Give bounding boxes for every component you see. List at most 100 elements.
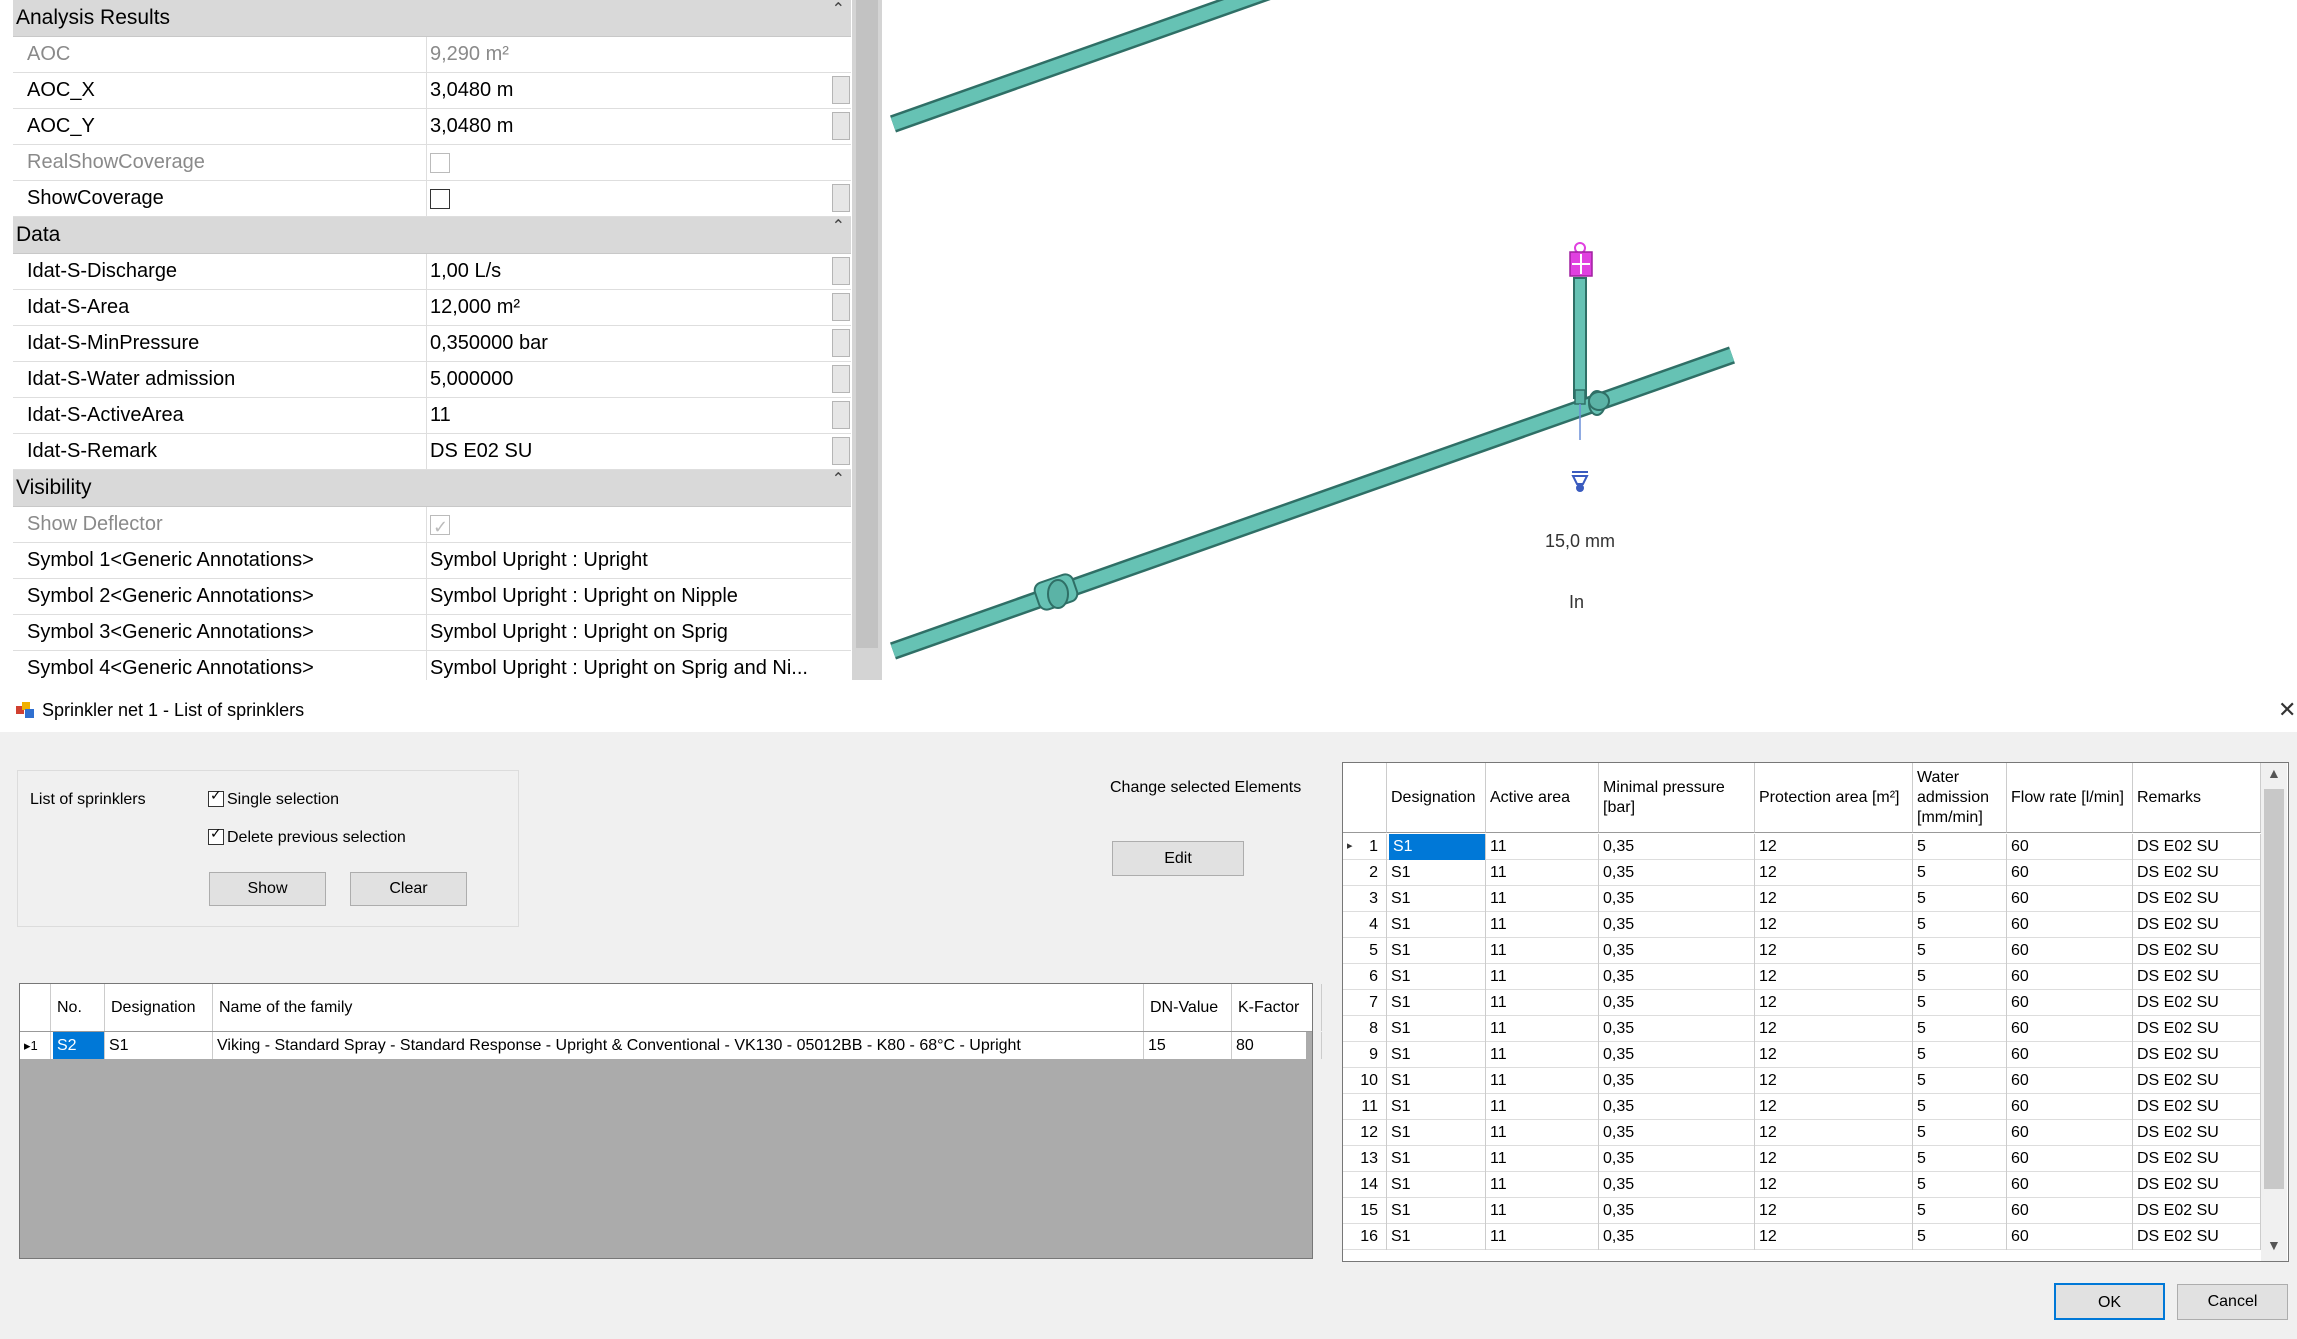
- table-row[interactable]: 1 S1 11 0,35 12 5 60 DS E02 SU ▸: [1343, 834, 2261, 860]
- cell-active-area[interactable]: 11: [1486, 990, 1599, 1016]
- cell-remarks[interactable]: DS E02 SU: [2133, 860, 2261, 886]
- cell-min-pressure[interactable]: 0,35: [1599, 886, 1755, 912]
- family-table[interactable]: No. Designation Name of the family DN-Va…: [19, 983, 1322, 1259]
- table-row[interactable]: 9 S1 11 0,35 12 5 60 DS E02 SU: [1343, 1042, 2261, 1068]
- cell-flow-rate[interactable]: 60: [2007, 860, 2133, 886]
- cell-water-admission[interactable]: 5: [1913, 1120, 2007, 1146]
- prop-value[interactable]: Symbol Upright : Upright on Sprig and Ni…: [427, 651, 830, 680]
- cell-designation[interactable]: S1: [1387, 1120, 1486, 1146]
- cell-designation[interactable]: S1: [1387, 886, 1486, 912]
- prop-row-aoc-y[interactable]: AOC_Y 3,0480 m: [13, 109, 851, 145]
- cell-active-area[interactable]: 11: [1486, 1198, 1599, 1224]
- cell-min-pressure[interactable]: 0,35: [1599, 912, 1755, 938]
- cell-water-admission[interactable]: 5: [1913, 912, 2007, 938]
- col-header-k[interactable]: K-Factor: [1232, 984, 1322, 1031]
- col-header-water-admission[interactable]: Water admission [mm/min]: [1913, 763, 2007, 833]
- cell-remarks[interactable]: DS E02 SU: [2133, 1016, 2261, 1042]
- pipe-tee[interactable]: [1588, 390, 1610, 416]
- ok-button[interactable]: OK: [2054, 1283, 2165, 1320]
- cell-min-pressure[interactable]: 0,35: [1599, 1120, 1755, 1146]
- cell-remarks[interactable]: DS E02 SU: [2133, 990, 2261, 1016]
- 3d-viewport[interactable]: [882, 0, 2297, 680]
- cell-protection-area[interactable]: 12: [1755, 964, 1913, 990]
- col-header-min-pressure[interactable]: Minimal pressure [bar]: [1599, 763, 1755, 833]
- cell-designation[interactable]: S1: [1387, 1146, 1486, 1172]
- table-row[interactable]: 3 S1 11 0,35 12 5 60 DS E02 SU: [1343, 886, 2261, 912]
- prop-row-symbol1[interactable]: Symbol 1<Generic Annotations> Symbol Upr…: [13, 543, 851, 579]
- param-button[interactable]: [832, 293, 850, 321]
- cell-designation[interactable]: S1: [1387, 938, 1486, 964]
- show-coverage-checkbox[interactable]: [430, 188, 450, 209]
- param-button[interactable]: [832, 257, 850, 285]
- sprinkler-symbol-icon[interactable]: [1571, 471, 1589, 492]
- cell-protection-area[interactable]: 12: [1755, 1042, 1913, 1068]
- table-row[interactable]: 4 S1 11 0,35 12 5 60 DS E02 SU: [1343, 912, 2261, 938]
- cell-min-pressure[interactable]: 0,35: [1599, 938, 1755, 964]
- cell-designation[interactable]: S1: [1387, 860, 1486, 886]
- cell-protection-area[interactable]: 12: [1755, 860, 1913, 886]
- cell-remarks[interactable]: DS E02 SU: [2133, 834, 2261, 860]
- cell-active-area[interactable]: 11: [1486, 1094, 1599, 1120]
- cell-flow-rate[interactable]: 60: [2007, 1224, 2133, 1250]
- cell-active-area[interactable]: 11: [1486, 1224, 1599, 1250]
- cell-min-pressure[interactable]: 0,35: [1599, 990, 1755, 1016]
- cell-protection-area[interactable]: 12: [1755, 886, 1913, 912]
- table-row[interactable]: 15 S1 11 0,35 12 5 60 DS E02 SU: [1343, 1198, 2261, 1224]
- prop-row-symbol2[interactable]: Symbol 2<Generic Annotations> Symbol Upr…: [13, 579, 851, 615]
- cell-active-area[interactable]: 11: [1486, 938, 1599, 964]
- param-button[interactable]: [832, 401, 850, 429]
- cell-protection-area[interactable]: 12: [1755, 1094, 1913, 1120]
- table-row[interactable]: ▸1 S2 S1 Viking - Standard Spray - Stand…: [20, 1032, 1322, 1059]
- table-row[interactable]: 12 S1 11 0,35 12 5 60 DS E02 SU: [1343, 1120, 2261, 1146]
- cell-protection-area[interactable]: 12: [1755, 938, 1913, 964]
- cancel-button[interactable]: Cancel: [2177, 1284, 2288, 1320]
- dialog-titlebar[interactable]: Sprinkler net 1 - List of sprinklers ✕: [0, 690, 2297, 732]
- group-visibility[interactable]: Visibility ⌃: [13, 470, 851, 507]
- prop-value[interactable]: 1,00 L/s: [427, 254, 830, 289]
- cell-protection-area[interactable]: 12: [1755, 912, 1913, 938]
- prop-value[interactable]: 3,0480 m: [427, 73, 830, 108]
- cell-min-pressure[interactable]: 0,35: [1599, 834, 1755, 860]
- prop-row-active-area[interactable]: Idat-S-ActiveArea 11: [13, 398, 851, 434]
- cell-designation[interactable]: S1: [1387, 1068, 1486, 1094]
- cell-remarks[interactable]: DS E02 SU: [2133, 886, 2261, 912]
- cell-protection-area[interactable]: 12: [1755, 1172, 1913, 1198]
- cell-flow-rate[interactable]: 60: [2007, 1172, 2133, 1198]
- col-header-active-area[interactable]: Active area: [1486, 763, 1599, 833]
- prop-value[interactable]: DS E02 SU: [427, 434, 830, 469]
- param-button[interactable]: [832, 329, 850, 357]
- prop-row-area[interactable]: Idat-S-Area 12,000 m²: [13, 290, 851, 326]
- scrollbar-thumb[interactable]: [856, 0, 878, 648]
- cell-min-pressure[interactable]: 0,35: [1599, 860, 1755, 886]
- cell-protection-area[interactable]: 12: [1755, 834, 1913, 860]
- cell-designation[interactable]: S1: [1387, 1042, 1486, 1068]
- cell-water-admission[interactable]: 5: [1913, 964, 2007, 990]
- collapse-icon[interactable]: ⌃: [832, 0, 845, 28]
- cell-min-pressure[interactable]: 0,35: [1599, 1094, 1755, 1120]
- delete-previous-option[interactable]: ✓ Delete previous selection: [208, 825, 406, 847]
- cell-flow-rate[interactable]: 60: [2007, 1120, 2133, 1146]
- col-header-protection-area[interactable]: Protection area [m²]: [1755, 763, 1913, 833]
- prop-row-min-pressure[interactable]: Idat-S-MinPressure 0,350000 bar: [13, 326, 851, 362]
- cell-water-admission[interactable]: 5: [1913, 860, 2007, 886]
- cell-water-admission[interactable]: 5: [1913, 1016, 2007, 1042]
- cell-flow-rate[interactable]: 60: [2007, 912, 2133, 938]
- cell-water-admission[interactable]: 5: [1913, 1094, 2007, 1120]
- collapse-icon[interactable]: ⌃: [832, 462, 845, 498]
- cell-remarks[interactable]: DS E02 SU: [2133, 912, 2261, 938]
- prop-value[interactable]: Symbol Upright : Upright: [427, 543, 830, 578]
- cell-remarks[interactable]: DS E02 SU: [2133, 1172, 2261, 1198]
- cell-flow-rate[interactable]: 60: [2007, 1016, 2133, 1042]
- table-row[interactable]: 5 S1 11 0,35 12 5 60 DS E02 SU: [1343, 938, 2261, 964]
- table-row[interactable]: 16 S1 11 0,35 12 5 60 DS E02 SU: [1343, 1224, 2261, 1250]
- cell-protection-area[interactable]: 12: [1755, 1146, 1913, 1172]
- sprinkler-table-scrollbar[interactable]: ▲ ▼: [2261, 763, 2287, 1261]
- cell-water-admission[interactable]: 5: [1913, 1198, 2007, 1224]
- group-analysis-results[interactable]: Analysis Results ⌃: [13, 0, 851, 37]
- cell-remarks[interactable]: DS E02 SU: [2133, 938, 2261, 964]
- cell-min-pressure[interactable]: 0,35: [1599, 1146, 1755, 1172]
- cell-protection-area[interactable]: 12: [1755, 1068, 1913, 1094]
- prop-row-show-coverage[interactable]: ShowCoverage: [13, 181, 851, 217]
- cell-remarks[interactable]: DS E02 SU: [2133, 1120, 2261, 1146]
- param-button[interactable]: [832, 437, 850, 465]
